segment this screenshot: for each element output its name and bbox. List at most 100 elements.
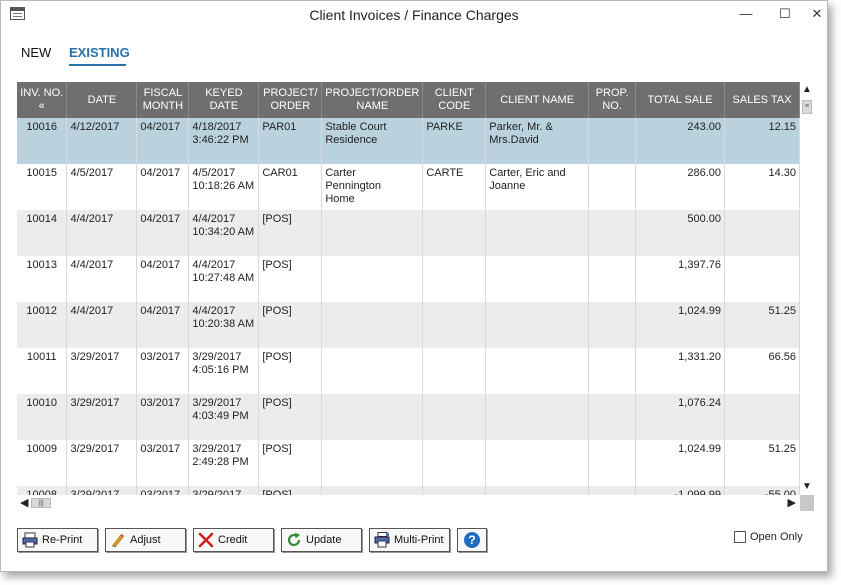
column-header[interactable]: CLIENT NAME [485, 82, 590, 118]
table-cell [724, 210, 800, 256]
cell-line: Parker, Mr. & [489, 121, 553, 133]
table-row[interactable]: 10013 4/4/2017 04/2017 4/4/2017 10:27:48 AM[… [17, 256, 800, 302]
column-header[interactable]: PROJECT/ORDER [258, 82, 323, 118]
printer-icon [22, 532, 38, 548]
vertical-scrollbar[interactable]: ▲ ≡ ▼ [800, 82, 814, 495]
multi-printer-icon [374, 532, 390, 548]
table-cell: 1,024.99 [635, 440, 725, 486]
table-cell: 3/29/20172:12:55 PM [188, 486, 260, 495]
cell-line: 10:18:26 AM [192, 180, 255, 192]
column-header[interactable]: FISCAL MONTH [136, 82, 190, 118]
table-cell: 4/5/2017 [66, 164, 138, 210]
horizontal-scrollbar[interactable]: ◀ ||| ▶ [17, 495, 800, 511]
table-cell: 10011 [17, 348, 68, 394]
multi-print-button[interactable]: Multi-Print [369, 528, 450, 552]
horizontal-scroll-thumb[interactable]: ||| [31, 498, 51, 508]
minimize-button[interactable]: — [735, 5, 757, 23]
table-cell: CARTE [422, 164, 487, 210]
table-row[interactable]: 10014 4/4/2017 04/2017 4/4/2017 10:34:20 AM[… [17, 210, 800, 256]
help-button[interactable]: ? [457, 528, 487, 552]
table-row[interactable]: 100083/29/201703/20173/29/20172:12:55 PM… [17, 486, 800, 495]
cell-line: Pennington [325, 180, 381, 192]
table-cell [321, 348, 424, 394]
table-row[interactable]: 10016 4/12/2017 04/2017 4/18/2017 3:46:22 PM… [17, 118, 800, 164]
table-cell [321, 210, 424, 256]
scroll-right-icon[interactable]: ▶ [788, 496, 796, 509]
credit-label: Credit [218, 534, 248, 546]
table-cell: 500.00 [635, 210, 725, 256]
column-header[interactable]: INV. NO. « [17, 82, 68, 118]
open-only-checkbox[interactable] [734, 531, 746, 543]
open-only-toggle[interactable]: Open Only [734, 531, 803, 543]
cell-line: Mrs.David [489, 134, 539, 146]
cell-line: 3/29/2017 [192, 351, 242, 363]
update-button[interactable]: Update [281, 528, 362, 552]
table-row[interactable]: 10011 3/29/2017 03/2017 3/29/2017 4:05:16 PM… [17, 348, 800, 394]
cell-line: 3/29/2017 [192, 443, 242, 455]
invoice-table: INV. NO. « DATE FISCAL MONTH KEYED DATE PROJEC… [17, 82, 800, 495]
reprint-button[interactable]: Re-Print [17, 528, 98, 552]
scrollbar-corner [800, 495, 814, 511]
table-cell [724, 256, 800, 302]
table-cell: 03/2017 [136, 440, 190, 486]
table-cell [485, 348, 590, 394]
table-row[interactable]: 10015 4/5/2017 04/2017 4/5/2017 10:18:26 AM C… [17, 164, 800, 210]
adjust-button[interactable]: Adjust [105, 528, 186, 552]
table-cell: 14.30 [724, 164, 800, 210]
active-tab-underline [69, 64, 126, 66]
table-cell: 10008 [17, 486, 68, 495]
scroll-left-icon[interactable]: ◀ [20, 496, 28, 509]
tab-new[interactable]: NEW [21, 45, 51, 60]
tab-existing[interactable]: EXISTING [69, 45, 130, 66]
table-cell [588, 210, 637, 256]
scroll-down-icon[interactable]: ▼ [800, 481, 814, 493]
cell-line: 10:27:48 AM [192, 272, 255, 284]
table-cell: 1,024.99 [635, 302, 725, 348]
column-header[interactable]: DATE [66, 82, 138, 118]
table-row[interactable]: 10010 3/29/2017 03/2017 3/29/2017 4:03:49 PM… [17, 394, 800, 440]
column-header[interactable]: KEYED DATE [188, 82, 260, 118]
invoice-grid: INV. NO. « DATE FISCAL MONTH KEYED DATE PROJEC… [17, 82, 800, 495]
table-cell [588, 348, 637, 394]
column-header-label: MONTH [142, 100, 184, 112]
table-cell: [POS] [258, 440, 323, 486]
column-header-label: NO. [602, 100, 622, 112]
tab-existing-label: EXISTING [69, 45, 130, 60]
scroll-up-icon[interactable]: ▲ [800, 84, 814, 96]
table-row[interactable]: 10012 4/4/2017 04/2017 4/4/2017 10:20:38 AM[… [17, 302, 800, 348]
column-header-label: TOTAL SALE [647, 93, 713, 106]
column-header[interactable]: PROJECT/ORDER NAME [321, 82, 424, 118]
table-cell: PAR01 [258, 118, 323, 164]
table-cell [422, 302, 487, 348]
table-cell [588, 256, 637, 302]
vertical-scroll-thumb[interactable]: ≡ [802, 100, 812, 114]
table-cell: [POS] [258, 256, 323, 302]
update-label: Update [306, 534, 342, 546]
column-header-label: NAME [356, 100, 389, 112]
column-header-label: FISCAL [143, 87, 183, 99]
table-cell: 10014 [17, 210, 68, 256]
credit-button[interactable]: Credit [193, 528, 274, 552]
table-cell [321, 486, 424, 495]
table-cell [422, 486, 487, 495]
table-cell [422, 210, 487, 256]
column-header[interactable]: PROP. NO. [588, 82, 637, 118]
help-icon: ? [464, 532, 480, 548]
cell-line: 4/4/2017 [192, 213, 236, 225]
close-button[interactable]: ✕ [806, 5, 828, 23]
table-cell: PARKE [422, 118, 487, 164]
cell-line: 4/5/2017 [192, 167, 236, 179]
table-cell [485, 302, 590, 348]
column-header[interactable]: CLIENT CODE [422, 82, 487, 118]
table-cell: 4/5/2017 10:18:26 AM [188, 164, 260, 210]
column-header[interactable]: SALES TAX [724, 82, 800, 118]
table-cell: 51.25 [724, 440, 800, 486]
maximize-button[interactable]: ☐ [774, 5, 796, 23]
table-cell: 4/4/2017 10:27:48 AM [188, 256, 260, 302]
column-header[interactable]: TOTAL SALE [635, 82, 725, 118]
table-row[interactable]: 10009 3/29/2017 03/2017 3/29/2017 2:49:28 PM… [17, 440, 800, 486]
column-header-label: DATE [87, 93, 117, 106]
table-cell: 286.00 [635, 164, 725, 210]
table-cell: 03/2017 [136, 348, 190, 394]
table-cell: [POS] [258, 394, 323, 440]
